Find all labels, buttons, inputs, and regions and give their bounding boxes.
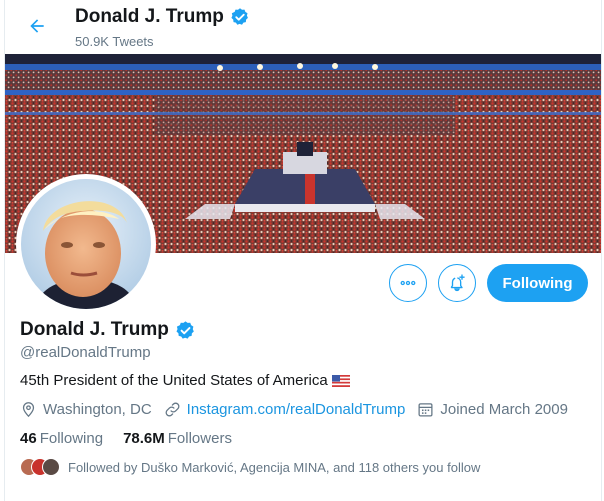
profile-avatar[interactable]: [16, 174, 156, 314]
verified-badge-icon: [231, 8, 248, 25]
followers-label: Followers: [167, 430, 232, 447]
following-label: Following: [39, 430, 104, 447]
more-options-button[interactable]: [389, 264, 427, 302]
back-button[interactable]: [23, 12, 51, 40]
following-count: 46: [20, 430, 37, 447]
notifications-button[interactable]: [438, 264, 476, 302]
right-border: [601, 0, 602, 501]
calendar-icon: [418, 403, 433, 417]
location-pin-icon: [22, 402, 35, 418]
arrow-left-icon: [30, 19, 44, 33]
location: Washington, DC: [20, 401, 152, 418]
add-notification-bell-icon: [450, 274, 465, 292]
followers-count: 78.6M: [123, 430, 165, 447]
profile-meta: Washington, DC Instagram.com/realDonaldT…: [20, 401, 580, 418]
profile-name-row: Donald J. Trump: [20, 319, 196, 341]
link-icon: [165, 402, 180, 417]
header-title-row: Donald J. Trump: [75, 6, 250, 28]
follower-avatars: [20, 458, 60, 476]
us-flag-emoji: [331, 374, 350, 387]
following-stat[interactable]: 46 Following: [20, 430, 103, 447]
tweet-count: 50.9K Tweets: [75, 34, 154, 49]
header-name: Donald J. Trump: [75, 6, 224, 27]
joined-text: Joined March 2009: [440, 401, 568, 418]
followed-by[interactable]: Followed by Duško Marković, Agencija MIN…: [20, 458, 480, 476]
join-date: Joined March 2009: [417, 401, 568, 418]
follow-stats: 46 Following 78.6M Followers: [20, 430, 252, 447]
avatar-photo: [21, 179, 151, 309]
profile-bio: 45th President of the United States of A…: [20, 372, 350, 389]
display-name: Donald J. Trump: [20, 319, 169, 340]
followed-by-text: Followed by Duško Marković, Agencija MIN…: [68, 459, 481, 475]
bio-text: 45th President of the United States of A…: [20, 372, 328, 389]
followers-stat[interactable]: 78.6M Followers: [123, 430, 232, 447]
website-link[interactable]: Instagram.com/realDonaldTrump: [187, 401, 406, 418]
verified-badge-icon: [176, 320, 194, 339]
avatar: [42, 458, 60, 476]
location-text: Washington, DC: [43, 401, 152, 418]
following-button[interactable]: Following: [487, 264, 588, 302]
more-options-icon: [400, 280, 416, 286]
profile-header: Donald J. Trump 50.9K Tweets: [5, 0, 601, 54]
website: Instagram.com/realDonaldTrump: [164, 401, 406, 418]
profile-handle: @realDonaldTrump: [20, 344, 151, 361]
